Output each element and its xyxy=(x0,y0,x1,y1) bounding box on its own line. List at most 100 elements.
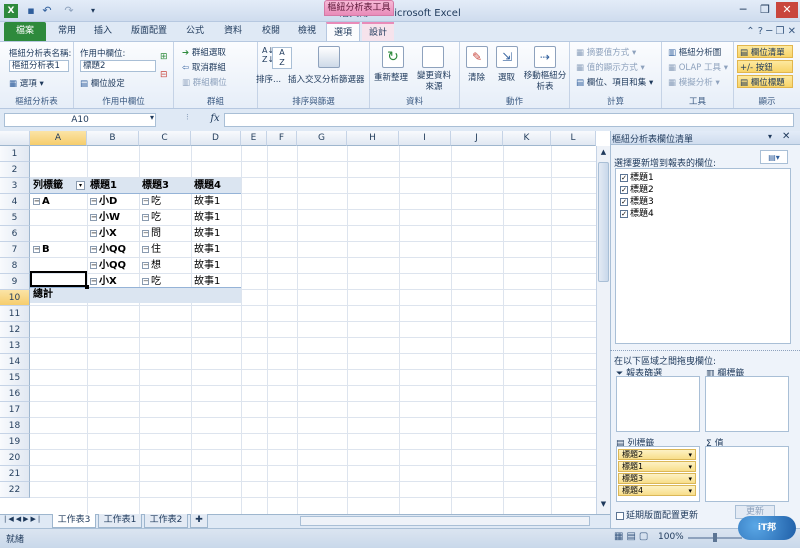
checkbox-checked-icon[interactable]: ✓ xyxy=(620,185,628,194)
row-field-2[interactable]: 標題1 ▾ xyxy=(618,461,696,472)
refresh-button[interactable]: 重新整理 xyxy=(374,71,408,83)
row-header-11[interactable]: 11 xyxy=(0,306,30,322)
pivot-cell-d-2[interactable]: 故事1 xyxy=(191,210,241,226)
tab-options[interactable]: 選項 xyxy=(326,22,360,41)
layout-options-icon[interactable]: ▤▾ xyxy=(760,150,788,164)
ungroup-button[interactable]: ⇦ 取消群組 xyxy=(182,61,226,73)
collapse-icon[interactable]: − xyxy=(90,261,97,269)
scroll-down-icon[interactable]: ▼ xyxy=(598,500,609,511)
checkbox-checked-icon[interactable]: ✓ xyxy=(620,197,628,206)
defer-update-checkbox[interactable]: 延期版面配置更新 xyxy=(616,508,698,521)
collapse-icon[interactable]: − xyxy=(142,261,149,269)
row-header-9[interactable]: 9 xyxy=(0,274,30,290)
insert-function-button[interactable]: fx xyxy=(208,112,222,126)
tab-home[interactable]: 常用 xyxy=(50,22,84,41)
formula-input[interactable] xyxy=(224,113,794,127)
row-header-16[interactable]: 16 xyxy=(0,386,30,402)
zoom-slider-thumb[interactable] xyxy=(713,533,717,542)
sheet-tab-1[interactable]: 工作表1 xyxy=(98,514,142,528)
pivot-cell-c-2[interactable]: − 吃 xyxy=(139,210,191,226)
collapse-icon[interactable]: − xyxy=(90,197,97,205)
pivot-cell-a-1[interactable]: − A xyxy=(30,194,87,210)
tab-view[interactable]: 檢視 xyxy=(290,22,324,41)
name-box-dropdown-icon[interactable]: ▾ xyxy=(150,113,154,122)
collapse-icon[interactable]: − xyxy=(33,197,40,205)
collapse-icon[interactable]: − xyxy=(142,197,149,205)
column-header-h[interactable]: H xyxy=(347,131,399,146)
pivot-cell-c-6[interactable]: − 吃 xyxy=(139,274,191,290)
row-field-4[interactable]: 標題4 ▾ xyxy=(618,485,696,496)
pivot-name-input[interactable]: 樞紐分析表1 xyxy=(9,60,69,72)
insert-sheet-icon[interactable]: ✚ xyxy=(190,514,208,528)
filter-dropdown-icon[interactable]: ▾ xyxy=(76,181,85,190)
collapse-icon[interactable]: − xyxy=(90,213,97,221)
row-header-3[interactable]: 3 xyxy=(0,178,30,194)
fields-items-sets-button[interactable]: ▤ 欄位、項目和集 ▾ xyxy=(576,76,653,88)
field-checkbox-1[interactable]: ✓ 標題1 xyxy=(620,172,654,184)
collapse-icon[interactable]: − xyxy=(142,245,149,253)
active-cell-a10[interactable] xyxy=(30,271,87,287)
what-if-button[interactable]: ▦ 模擬分析 ▾ xyxy=(668,76,720,88)
show-values-as-button[interactable]: ▦ 值的顯示方式 ▾ xyxy=(576,61,645,73)
pivot-cell-a-4[interactable]: − B xyxy=(30,242,87,258)
pivot-cell-c-4[interactable]: − 住 xyxy=(139,242,191,258)
pane-close-icon[interactable]: ✕ xyxy=(782,131,790,142)
checkbox-checked-icon[interactable]: ✓ xyxy=(620,173,628,182)
tab-review[interactable]: 校閱 xyxy=(254,22,288,41)
pivot-cell-d-5[interactable]: 故事1 xyxy=(191,258,241,274)
change-source-button[interactable]: 變更資料來源 xyxy=(414,71,454,93)
column-header-k[interactable]: K xyxy=(503,131,551,146)
pivot-cell-c-3[interactable]: − 問 xyxy=(139,226,191,242)
pivot-cell-b-5[interactable]: − 小QQ xyxy=(87,258,139,274)
collapse-field-icon[interactable]: ⊟ xyxy=(160,70,168,80)
pivot-cell-d-1[interactable]: 故事1 xyxy=(191,194,241,210)
tab-design[interactable]: 設計 xyxy=(362,22,394,41)
summarize-by-button[interactable]: ▦ 摘要值方式 ▾ xyxy=(576,46,636,58)
collapse-icon[interactable]: − xyxy=(142,229,149,237)
row-header-13[interactable]: 13 xyxy=(0,338,30,354)
row-header-4[interactable]: 4 xyxy=(0,194,30,210)
sheet-nav-icons[interactable]: |◀◀▶▶| xyxy=(4,515,42,523)
collapse-icon[interactable]: − xyxy=(142,213,149,221)
pivot-cell-b-3[interactable]: − 小X xyxy=(87,226,139,242)
row-header-15[interactable]: 15 xyxy=(0,370,30,386)
tab-insert[interactable]: 插入 xyxy=(86,22,120,41)
row-header-2[interactable]: 2 xyxy=(0,162,30,178)
select-button[interactable]: 選取 xyxy=(498,71,515,83)
column-header-i[interactable]: I xyxy=(399,131,451,146)
pivot-cell-d-4[interactable]: 故事1 xyxy=(191,242,241,258)
collapse-icon[interactable]: − xyxy=(90,229,97,237)
column-header-d[interactable]: D xyxy=(191,131,241,146)
field-checkbox-4[interactable]: ✓ 標題4 xyxy=(620,208,654,220)
pane-menu-icon[interactable]: ▾ xyxy=(768,132,772,141)
pivot-cell-b-2[interactable]: − 小W xyxy=(87,210,139,226)
collapse-icon[interactable]: − xyxy=(90,245,97,253)
pivot-cell-c-5[interactable]: − 想 xyxy=(139,258,191,274)
tab-file[interactable]: 檔案 xyxy=(4,22,46,41)
row-header-14[interactable]: 14 xyxy=(0,354,30,370)
row-field-1[interactable]: 標題2 ▾ xyxy=(618,449,696,460)
collapse-icon[interactable]: − xyxy=(33,245,40,253)
field-dropdown-icon[interactable]: ▾ xyxy=(688,462,692,472)
pane-splitter[interactable] xyxy=(610,350,800,352)
row-header-12[interactable]: 12 xyxy=(0,322,30,338)
column-header-e[interactable]: E xyxy=(241,131,267,146)
pivot-cell-b-4[interactable]: − 小QQ xyxy=(87,242,139,258)
pivot-cell-d-3[interactable]: 故事1 xyxy=(191,226,241,242)
field-headers-button[interactable]: ▤ 欄位標題 xyxy=(737,75,793,88)
pivot-cell-b-1[interactable]: − 小D xyxy=(87,194,139,210)
column-header-a[interactable]: A xyxy=(30,131,87,146)
group-field-button[interactable]: ▥ 群組欄位 xyxy=(182,76,227,88)
expand-field-icon[interactable]: ⊞ xyxy=(160,52,168,62)
collapse-icon[interactable]: − xyxy=(90,277,97,285)
row-header-17[interactable]: 17 xyxy=(0,402,30,418)
select-all-corner[interactable] xyxy=(0,131,30,146)
minimize-icon[interactable]: ─ xyxy=(733,2,753,18)
name-box[interactable]: A10 xyxy=(4,113,156,127)
column-header-c[interactable]: C xyxy=(139,131,191,146)
field-dropdown-icon[interactable]: ▾ xyxy=(688,474,692,484)
collapse-icon[interactable]: − xyxy=(142,277,149,285)
restore-icon[interactable]: ❐ xyxy=(755,2,775,18)
pivot-options-button[interactable]: ▦ 選項 ▾ xyxy=(9,77,44,89)
row-field-3[interactable]: 標題3 ▾ xyxy=(618,473,696,484)
